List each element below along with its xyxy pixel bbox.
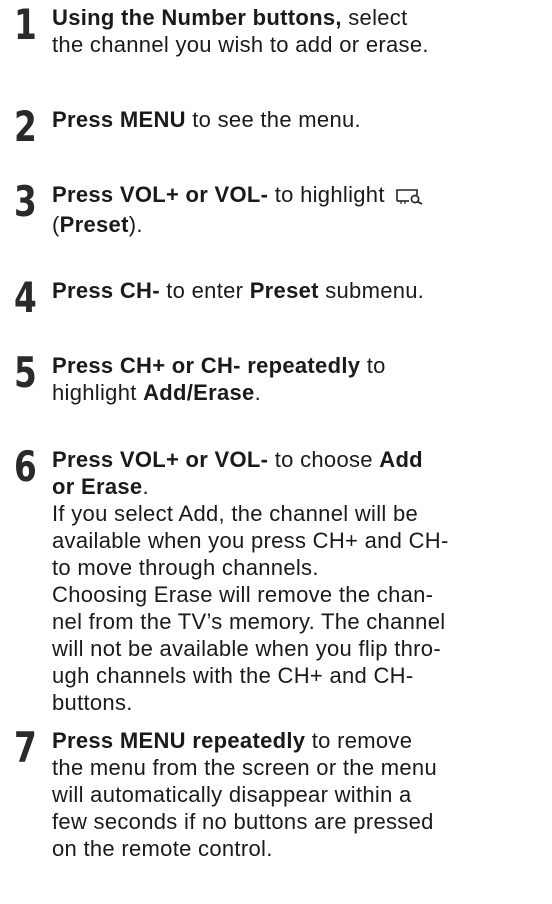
bold-run: Press CH-: [52, 278, 160, 303]
bold-run: Press CH+ or CH- repeatedly: [52, 353, 361, 378]
step-text: Press CH- to enter Preset submenu.: [52, 277, 548, 304]
bold-run: Preset: [59, 212, 129, 237]
text-run: .: [254, 380, 262, 405]
step-number: 4: [14, 273, 37, 322]
bold-run: Using the Number buttons,: [52, 5, 342, 30]
text-run: to enter: [159, 278, 250, 303]
text-run: to see the menu.: [185, 107, 361, 132]
step-number: 6: [14, 442, 37, 491]
step-number: 2: [14, 102, 37, 151]
step-text: Press VOL+ or VOL- to choose Add or Eras…: [52, 446, 548, 716]
bold-run: Press VOL+ or VOL-: [52, 182, 269, 207]
bold-run: Press VOL+ or VOL-: [52, 447, 269, 472]
text-run: ).: [128, 212, 143, 237]
text-run: (: [52, 212, 60, 237]
preset-icon: [395, 184, 425, 211]
step-text: Press VOL+ or VOL- to highlight (Preset)…: [52, 181, 548, 238]
step-text: Press MENU repeatedly to remove the menu…: [52, 727, 548, 862]
step-number: 7: [14, 723, 37, 772]
bold-run: Preset: [249, 278, 319, 303]
text-run: to highlight: [268, 182, 392, 207]
step-text: Using the Number buttons, select the cha…: [52, 4, 548, 58]
bold-run: Add/Erase: [143, 380, 255, 405]
bold-run: Press MENU repeatedly: [52, 728, 306, 753]
bold-run: Press MENU: [52, 107, 186, 132]
step-number: 1: [14, 0, 37, 49]
text-run: to choose: [268, 447, 380, 472]
text-run: submenu.: [318, 278, 425, 303]
step-number: 5: [14, 348, 37, 397]
step-text: Press MENU to see the menu.: [52, 106, 548, 133]
step-text: Press CH+ or CH- repeatedly to highlight…: [52, 352, 548, 406]
step-number: 3: [14, 177, 37, 226]
text-run: . If you select Add, the channel will be…: [52, 474, 449, 715]
